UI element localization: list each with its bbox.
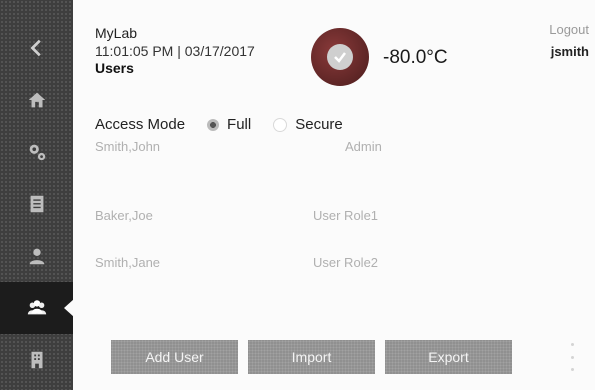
person-icon xyxy=(29,248,44,265)
user-name: Smith,John xyxy=(95,139,161,154)
status-indicator xyxy=(311,28,369,86)
header-info: MyLab 11:01:05 PM | 03/17/2017 Users xyxy=(95,25,255,78)
check-icon xyxy=(327,44,353,70)
add-user-button[interactable]: Add User xyxy=(111,340,238,374)
home-icon xyxy=(28,92,45,108)
user-name: Baker,Joe xyxy=(95,208,153,223)
more-options-icon[interactable] xyxy=(567,343,577,371)
sidebar-item-facility[interactable] xyxy=(0,334,73,386)
users-icon xyxy=(27,300,46,315)
user-role: Admin xyxy=(345,139,382,154)
building-icon xyxy=(31,351,42,369)
user-role: User Role2 xyxy=(313,255,379,270)
sidebar-item-home[interactable] xyxy=(0,74,73,126)
back-icon xyxy=(29,39,41,57)
settings-icon xyxy=(29,144,45,161)
sidebar-item-settings[interactable] xyxy=(0,126,73,178)
access-mode-label: Access Mode xyxy=(95,116,186,133)
page-title: Users xyxy=(95,60,134,76)
access-mode-secure-option[interactable]: Secure xyxy=(273,116,343,133)
document-icon xyxy=(30,195,43,213)
app-title: MyLab xyxy=(95,25,138,41)
sidebar xyxy=(0,0,74,390)
import-button[interactable]: Import xyxy=(248,340,375,374)
access-mode-full-label: Full xyxy=(227,116,252,133)
sidebar-item-users[interactable] xyxy=(0,282,74,334)
radio-selected-icon[interactable] xyxy=(207,118,220,131)
user-role: User Role1 xyxy=(313,208,379,223)
radio-unselected-icon[interactable] xyxy=(273,117,288,132)
access-mode-secure-label: Secure xyxy=(295,116,343,133)
temperature-readout: -80.0°C xyxy=(383,47,448,68)
sidebar-item-profile[interactable] xyxy=(0,230,73,282)
access-mode-row: Access Mode Full Secure xyxy=(95,116,343,133)
access-mode-full-option[interactable]: Full xyxy=(207,116,251,133)
user-name: Smith,Jane xyxy=(95,255,161,270)
datetime: 11:01:05 PM | 03/17/2017 xyxy=(95,42,255,59)
export-button[interactable]: Export xyxy=(385,340,512,374)
sidebar-item-documents[interactable] xyxy=(0,178,73,230)
logout-link[interactable]: Logout xyxy=(549,22,589,37)
username: jsmith xyxy=(550,44,589,59)
sidebar-item-back[interactable] xyxy=(0,22,73,74)
